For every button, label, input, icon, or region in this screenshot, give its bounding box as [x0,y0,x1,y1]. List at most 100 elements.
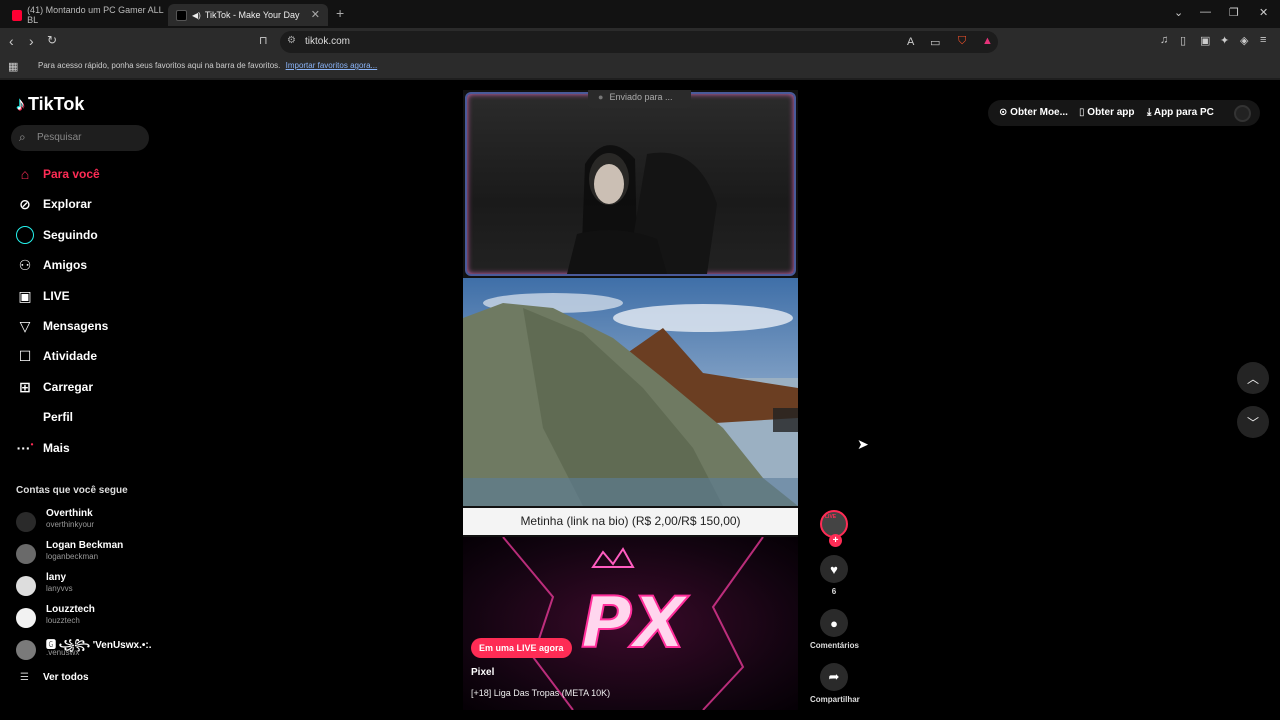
nav-profile[interactable]: Perfil [16,406,73,428]
forward-button[interactable]: › [29,33,34,49]
comments-label: Comentários [810,641,859,650]
mouse-cursor: ➤ [857,436,869,452]
coins-label: Obter Moe... [1010,107,1068,118]
maximize-button[interactable]: ❐ [1229,6,1239,19]
live-icon: ▣ [18,287,32,304]
browser-chrome: (41) Montando um PC Gamer ALL BL ◀) TikT… [0,0,1280,80]
new-tab-button[interactable]: + [336,5,344,21]
tab-title: (41) Montando um PC Gamer ALL BL [27,5,164,25]
following-icon [16,226,34,244]
comment-action[interactable]: ● Comentários [810,609,859,650]
like-action[interactable]: ♥ 6 [810,555,858,596]
heart-icon[interactable]: ♥ [820,555,848,583]
see-all-link[interactable]: ☰ Ver todos [20,672,89,683]
close-window-button[interactable]: ✕ [1259,6,1268,19]
url-text: tiktok.com [305,36,351,47]
search-placeholder: Pesquisar [37,132,82,143]
author-name[interactable]: Pixel [471,667,494,678]
account-handle: overthinkyour [46,520,95,529]
tiktok-logo[interactable]: ♪ TikTok [16,94,84,115]
nav-messages[interactable]: ▽ Mensagens [16,315,109,337]
video-player[interactable]: ● Enviado para ... Metinha (link na bio)… [463,90,798,710]
nav-for-you[interactable]: ⌂ Para você [16,163,100,185]
nav-activity[interactable]: ☐ Atividade [16,345,97,367]
avatar [16,544,36,564]
account-name: Louzztech [46,604,95,615]
site-info-icon[interactable]: ⚙ [287,35,296,46]
account-name: lany [46,572,67,583]
nav-label: Carregar [43,380,94,394]
get-app-button[interactable]: ▯ Obter app [1079,107,1135,118]
tab-tiktok[interactable]: ◀) TikTok - Make Your Day ✕ [168,4,328,26]
tab-title: TikTok - Make Your Day [204,10,300,20]
tab-search-icon[interactable]: ⌄ [1174,6,1183,19]
previous-video-button[interactable]: ︿ [1237,362,1269,394]
reload-button[interactable]: ↻ [47,33,57,47]
wallet-icon[interactable]: ▣ [1200,34,1210,47]
account-handle: lanyvvs [46,584,73,593]
next-video-button[interactable]: ﹀ [1237,406,1269,438]
coin-icon: ⊙ [999,107,1008,118]
search-icon: ⌕ [19,130,26,144]
close-tab-icon[interactable]: ✕ [311,8,320,21]
creator-live-avatar[interactable]: LIVE + [820,510,848,547]
bookmark-icon[interactable]: ⊓ [259,34,268,47]
brave-rewards-icon[interactable]: ▲ [982,35,993,47]
pc-app-label: App para PC [1153,107,1214,118]
get-coins-button[interactable]: ⊙ Obter Moe... [999,107,1068,118]
account-handle: louzztech [46,616,80,625]
see-all-label: Ver todos [42,672,89,683]
translate-icon[interactable]: A [907,36,914,48]
profile-avatar[interactable] [1234,105,1251,122]
toolbar: ‹ › ↻ ⊓ ⚙ tiktok.com A ▭ ⛉ ▲ ♫ ▯ ▣ ✦ ◈ ≡ [0,28,1280,56]
tab-youtube[interactable]: (41) Montando um PC Gamer ALL BL [4,4,164,26]
share-action[interactable]: ➦ Compartilhar [810,663,860,704]
menu-icon[interactable]: ≡ [1260,34,1266,46]
sidebar-icon[interactable]: ▯ [1180,34,1186,47]
pc-app-button[interactable]: ⤓ App para PC [1147,107,1214,118]
search-input[interactable]: ⌕ Pesquisar [11,125,149,151]
minimize-button[interactable]: — [1200,6,1211,18]
nav-following[interactable]: Seguindo [16,224,98,246]
follow-plus-icon[interactable]: + [829,534,842,547]
back-button[interactable]: ‹ [9,33,14,49]
stream-banner: PX [463,536,798,710]
vpn-icon[interactable]: ◈ [1240,34,1248,47]
nav-label: Perfil [43,410,74,424]
import-bookmarks-link[interactable]: Importar favoritos agora... [286,61,378,70]
nav-label: Atividade [43,349,98,363]
nav-label: Amigos [43,258,88,272]
nav-more[interactable]: ···• Mais [16,437,70,459]
nav-explore[interactable]: ⊘ Explorar [16,193,92,215]
media-icon[interactable]: ♫ [1160,34,1168,46]
share-label: Compartilhar [810,695,860,704]
tab-bar: (41) Montando um PC Gamer ALL BL ◀) TikT… [0,0,1280,28]
avatar [16,608,36,628]
upload-icon: ⊞ [19,378,31,395]
leo-ai-icon[interactable]: ✦ [1220,34,1229,47]
nav-live[interactable]: ▣ LIVE [16,285,70,307]
nav-label: LIVE [43,289,70,303]
share-icon[interactable]: ➦ [820,663,848,691]
account-name: Logan Beckman [46,540,124,551]
toast-text: Enviado para ... [609,92,673,102]
following-section-title: Contas que você segue [16,485,128,496]
donation-goal-bar: Metinha (link na bio) (R$ 2,00/R$ 150,00… [463,508,798,535]
nav-upload[interactable]: ⊞ Carregar [16,376,93,398]
cast-icon[interactable]: ▭ [930,36,940,49]
game-scene [463,278,798,506]
apps-grid-icon[interactable]: ▦ [8,60,18,73]
chevron-up-icon: ︿ [1246,371,1259,386]
nav-friends[interactable]: ⚇ Amigos [16,254,87,276]
avatar [16,576,36,596]
brave-shield-icon[interactable]: ⛉ [958,35,966,48]
comment-icon[interactable]: ● [820,609,848,637]
bookmarks-bar: ▦ Para acesso rápido, ponha seus favorit… [0,56,1280,78]
address-bar[interactable]: ⚙ tiktok.com A ▭ ⛉ ▲ [280,31,998,53]
check-icon: ● [598,92,604,102]
get-app-label: Obter app [1087,107,1135,118]
top-right-bar: ⊙ Obter Moe... ▯ Obter app ⤓ App para PC [988,100,1260,126]
sent-toast: ● Enviado para ... [588,90,691,108]
live-now-badge[interactable]: Em uma LIVE agora [471,638,572,658]
nav-label: Explorar [43,197,92,211]
